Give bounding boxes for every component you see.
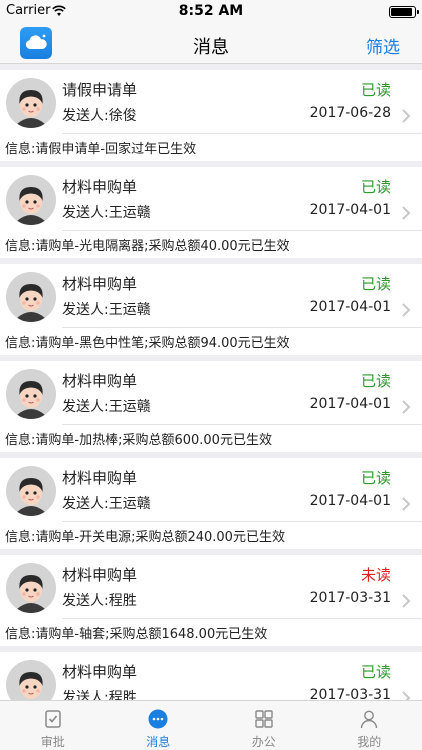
message-card[interactable]: 材料申购单 未读发送人:程胜 2017-03-31 信息:请购单-轴套;采购总额164… xyxy=(0,555,422,646)
message-info: 信息:请购单-开关电源;采购总额240.00元已生效 xyxy=(5,530,285,545)
avatar xyxy=(6,563,56,613)
message-title: 材料申购单 xyxy=(62,275,138,293)
sender-label: 发送人:王运赣 xyxy=(62,496,151,512)
avatar xyxy=(6,272,56,322)
read-status-badge: 已读 xyxy=(360,81,391,99)
divider xyxy=(62,424,422,425)
status-bar: Carrier 8:52 AM xyxy=(0,0,422,24)
read-status-badge: 已读 xyxy=(360,275,391,293)
message-date: 2017-04-01 xyxy=(309,202,391,218)
message-title: 材料申购单 xyxy=(62,663,138,681)
message-date: 2017-04-01 xyxy=(309,299,391,315)
message-card[interactable]: 材料申购单 已读发送人:王运赣 2017-04-01 信息:请购单-开关电源;采购总额… xyxy=(0,458,422,549)
read-status-badge: 已读 xyxy=(360,469,391,487)
sender-label: 发送人:程胜 xyxy=(62,690,137,700)
sender-label: 发送人:程胜 xyxy=(62,593,137,609)
message-card[interactable]: 材料申购单 已读发送人:王运赣 2017-04-01 信息:请购单-加热棒;采购总额6… xyxy=(0,361,422,452)
sender-label: 发送人:徐俊 xyxy=(62,108,137,124)
message-info: 信息:请购单-轴套;采购总额1648.00元已生效 xyxy=(5,627,268,642)
message-date: 2017-04-01 xyxy=(309,396,391,412)
message-card[interactable]: 材料申购单 已读发送人:王运赣 2017-04-01 信息:请购单-光电隔离器;采购总… xyxy=(0,167,422,258)
message-date: 2017-04-01 xyxy=(309,493,391,509)
tab-label: 审批 xyxy=(40,735,65,749)
sender-label: 发送人:王运赣 xyxy=(62,302,151,318)
message-info: 信息:请购单-加热棒;采购总额600.00元已生效 xyxy=(5,433,272,448)
chevron-right-icon xyxy=(401,690,411,700)
message-info: 信息:请购单-光电隔离器;采购总额40.00元已生效 xyxy=(5,239,290,254)
filter-button[interactable]: 筛选 xyxy=(366,33,400,58)
chevron-right-icon xyxy=(401,205,411,220)
message-title: 材料申购单 xyxy=(62,178,138,196)
message-card[interactable]: 材料申购单 已读发送人:王运赣 2017-04-01 信息:请购单-黑色中性笔;采购总… xyxy=(0,264,422,355)
tab-label: 我的 xyxy=(357,735,382,749)
read-status-badge: 已读 xyxy=(360,663,391,681)
message-date: 2017-06-28 xyxy=(309,105,391,121)
avatar xyxy=(6,175,56,225)
tab-profile[interactable]: 我的 xyxy=(317,701,422,750)
message-card[interactable]: 请假申请单 已读发送人:徐俊 2017-06-28 信息:请假申请单-回家过年已生效 xyxy=(0,70,422,161)
read-status-badge: 未读 xyxy=(360,566,391,584)
chevron-right-icon xyxy=(401,496,411,511)
divider xyxy=(62,618,422,619)
tab-messages[interactable]: 消息 xyxy=(106,701,212,750)
office-grid-icon xyxy=(255,710,273,728)
divider xyxy=(62,133,422,134)
divider xyxy=(62,327,422,328)
avatar xyxy=(6,466,56,516)
chevron-right-icon xyxy=(401,108,411,123)
message-info: 信息:请购单-黑色中性笔;采购总额94.00元已生效 xyxy=(5,336,290,351)
sender-label: 发送人:王运赣 xyxy=(62,399,151,415)
message-list[interactable]: 请假申请单 已读 发送人:徐俊 2017-06-28 信息:请假申请单-回家过年已生效材… xyxy=(0,64,422,700)
clock: 8:52 AM xyxy=(178,3,244,19)
avatar xyxy=(6,660,56,700)
approval-icon xyxy=(45,710,61,728)
divider xyxy=(62,521,422,522)
message-title: 材料申购单 xyxy=(62,469,138,487)
divider xyxy=(62,230,422,231)
sender-label: 发送人:王运赣 xyxy=(62,205,151,221)
avatar xyxy=(6,369,56,419)
message-date: 2017-03-31 xyxy=(309,590,391,606)
message-title: 请假申请单 xyxy=(62,81,138,99)
tab-bar: 审批 消息 办公 我的 xyxy=(0,700,422,750)
tab-label: 办公 xyxy=(251,735,276,749)
tab-approval[interactable]: 审批 xyxy=(0,701,106,750)
chevron-right-icon xyxy=(401,593,411,608)
tab-label: 消息 xyxy=(146,735,171,749)
message-title: 材料申购单 xyxy=(62,372,138,390)
battery-icon xyxy=(389,6,419,18)
read-status-badge: 已读 xyxy=(360,372,391,390)
page-title: 消息 xyxy=(193,37,229,58)
nav-bar: 消息 筛选 xyxy=(0,24,422,64)
chevron-right-icon xyxy=(401,399,411,414)
avatar xyxy=(6,78,56,128)
chevron-right-icon xyxy=(401,302,411,317)
tab-office[interactable]: 办公 xyxy=(211,701,317,750)
message-info: 信息:请假申请单-回家过年已生效 xyxy=(5,142,197,157)
read-status-badge: 已读 xyxy=(360,178,391,196)
profile-icon xyxy=(361,710,378,729)
message-title: 材料申购单 xyxy=(62,566,138,584)
message-card[interactable]: 材料申购单 已读发送人:程胜 2017-03-31 xyxy=(0,652,422,700)
message-icon xyxy=(148,709,168,729)
message-date: 2017-03-31 xyxy=(309,687,391,700)
